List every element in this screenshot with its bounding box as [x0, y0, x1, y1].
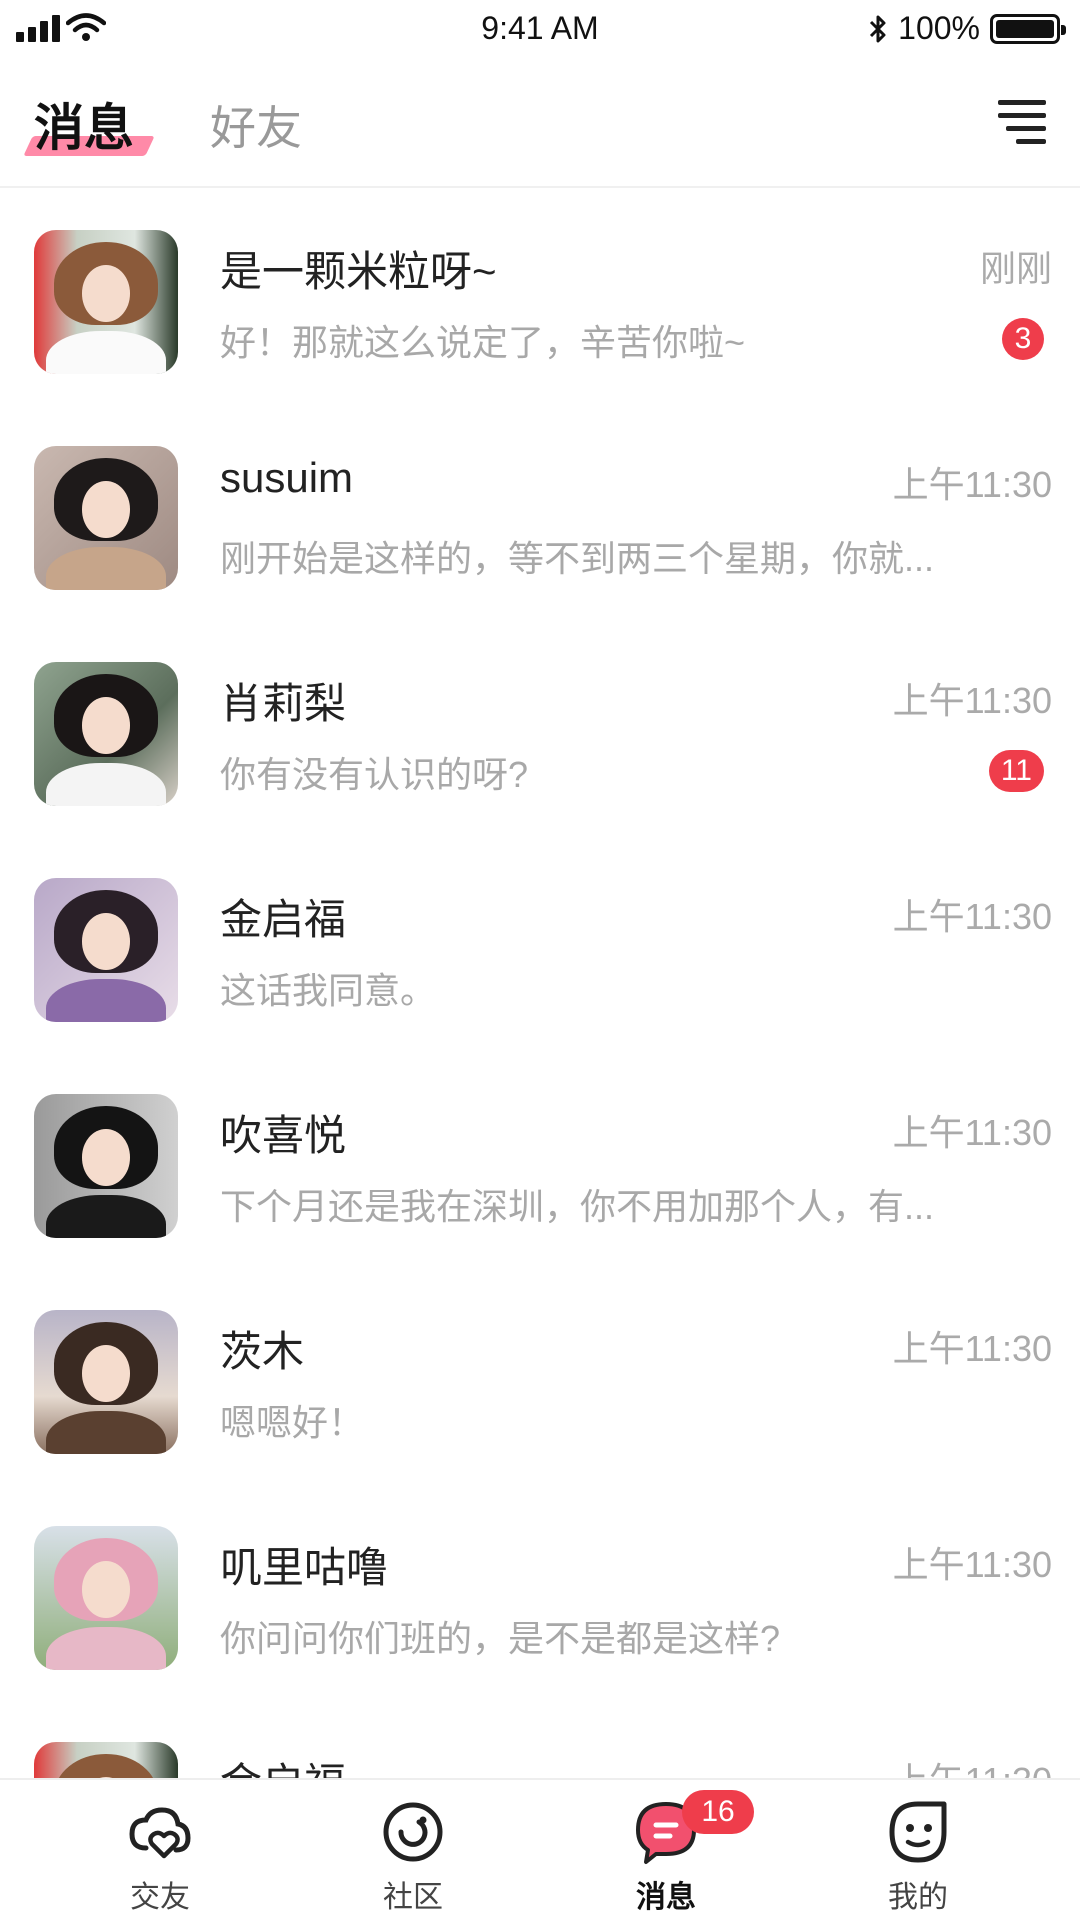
conversation-row[interactable]: 茨木 上午11:30 嗯嗯好！	[0, 1268, 1080, 1484]
contact-name: 金启福	[220, 1750, 346, 1778]
avatar[interactable]	[34, 230, 178, 374]
contact-name: 是一颗米粒呀~	[220, 248, 497, 295]
contact-name: susuim	[220, 454, 354, 501]
avatar[interactable]	[34, 1742, 178, 1778]
message-preview: 这话我同意。	[220, 970, 437, 1011]
avatar[interactable]	[34, 662, 178, 806]
conversation-row[interactable]: 金启福 上午11:30	[0, 1700, 1080, 1778]
contact-name: 叽里咕噜	[220, 1544, 389, 1591]
contact-name: 金启福	[220, 896, 347, 943]
status-right: 100%	[868, 10, 1066, 47]
contact-name: 吹喜悦	[220, 1112, 347, 1159]
conversation-row[interactable]: 吹喜悦 上午11:30 下个月还是我在深圳，你不用加那个人，有...	[0, 1052, 1080, 1268]
profile-face-icon	[889, 1801, 947, 1863]
conversation-row[interactable]: susuim 上午11:30 刚开始是这样的，等不到两三个星期，你就...	[0, 404, 1080, 620]
message-preview: 你问问你们班的，是不是都是这样?	[220, 1618, 781, 1659]
status-bar: 9:41 AM 100%	[0, 0, 1080, 60]
nav-label: 消息	[636, 1881, 696, 1914]
nav-item-make-friends[interactable]: 交友	[80, 1780, 240, 1922]
message-preview: 刚开始是这样的，等不到两三个星期，你就...	[220, 538, 935, 579]
nav-item-profile[interactable]: 我的	[838, 1780, 998, 1922]
contact-name: 肖莉梨	[220, 680, 347, 727]
message-preview: 下个月还是我在深圳，你不用加那个人，有...	[220, 1186, 935, 1227]
message-preview: 好！那就这么说定了，辛苦你啦~	[220, 322, 746, 363]
nav-label: 我的	[888, 1881, 948, 1914]
unread-badge: 3	[1002, 318, 1044, 360]
message-time: 上午11:30	[892, 1544, 1052, 1585]
bluetooth-icon	[870, 15, 886, 42]
message-time: 上午11:30	[892, 1328, 1052, 1369]
avatar[interactable]	[34, 878, 178, 1022]
avatar[interactable]	[34, 446, 178, 590]
conversation-row[interactable]: 肖莉梨 上午11:30 你有没有认识的呀? 11	[0, 620, 1080, 836]
contact-name: 茨木	[220, 1328, 305, 1375]
message-time: 上午11:30	[892, 1112, 1052, 1153]
bottom-nav: 交友 社区 16 消息 我的	[0, 1778, 1080, 1922]
message-preview: 嗯嗯好！	[220, 1402, 365, 1443]
message-time: 刚刚	[979, 248, 1052, 289]
message-time: 上午11:30	[892, 464, 1052, 505]
avatar[interactable]	[34, 1526, 178, 1670]
list-menu-icon[interactable]	[998, 100, 1046, 144]
community-circle-icon	[383, 1802, 443, 1862]
unread-badge: 11	[988, 750, 1044, 792]
tab-friends[interactable]: 好友	[210, 92, 302, 158]
conversation-row[interactable]: 叽里咕噜 上午11:30 你问问你们班的，是不是都是这样?	[0, 1484, 1080, 1700]
nav-label: 社区	[383, 1881, 443, 1914]
header: 消息 好友	[0, 60, 1080, 188]
nav-item-community[interactable]: 社区	[333, 1780, 493, 1922]
message-preview: 你有没有认识的呀?	[220, 754, 529, 795]
conversation-row[interactable]: 是一颗米粒呀~ 刚刚 好！那就这么说定了，辛苦你啦~ 3	[0, 188, 1080, 404]
avatar[interactable]	[34, 1094, 178, 1238]
avatar[interactable]	[34, 1310, 178, 1454]
message-time: 上午11:30	[892, 680, 1052, 721]
battery-percent: 100%	[898, 10, 980, 46]
conversation-row[interactable]: 金启福 上午11:30 这话我同意。	[0, 836, 1080, 1052]
battery-icon	[990, 13, 1066, 44]
nav-item-messages[interactable]: 16 消息	[586, 1780, 754, 1922]
unread-total-badge: 16	[682, 1790, 754, 1834]
message-time: 上午11:30	[893, 1752, 1052, 1778]
nav-label: 交友	[130, 1881, 190, 1914]
tab-messages[interactable]: 消息	[34, 88, 134, 160]
heart-chat-icon	[129, 1807, 191, 1859]
message-time: 上午11:30	[892, 896, 1052, 937]
conversation-list: 是一颗米粒呀~ 刚刚 好！那就这么说定了，辛苦你啦~ 3 susuim 上午11…	[0, 188, 1080, 1778]
